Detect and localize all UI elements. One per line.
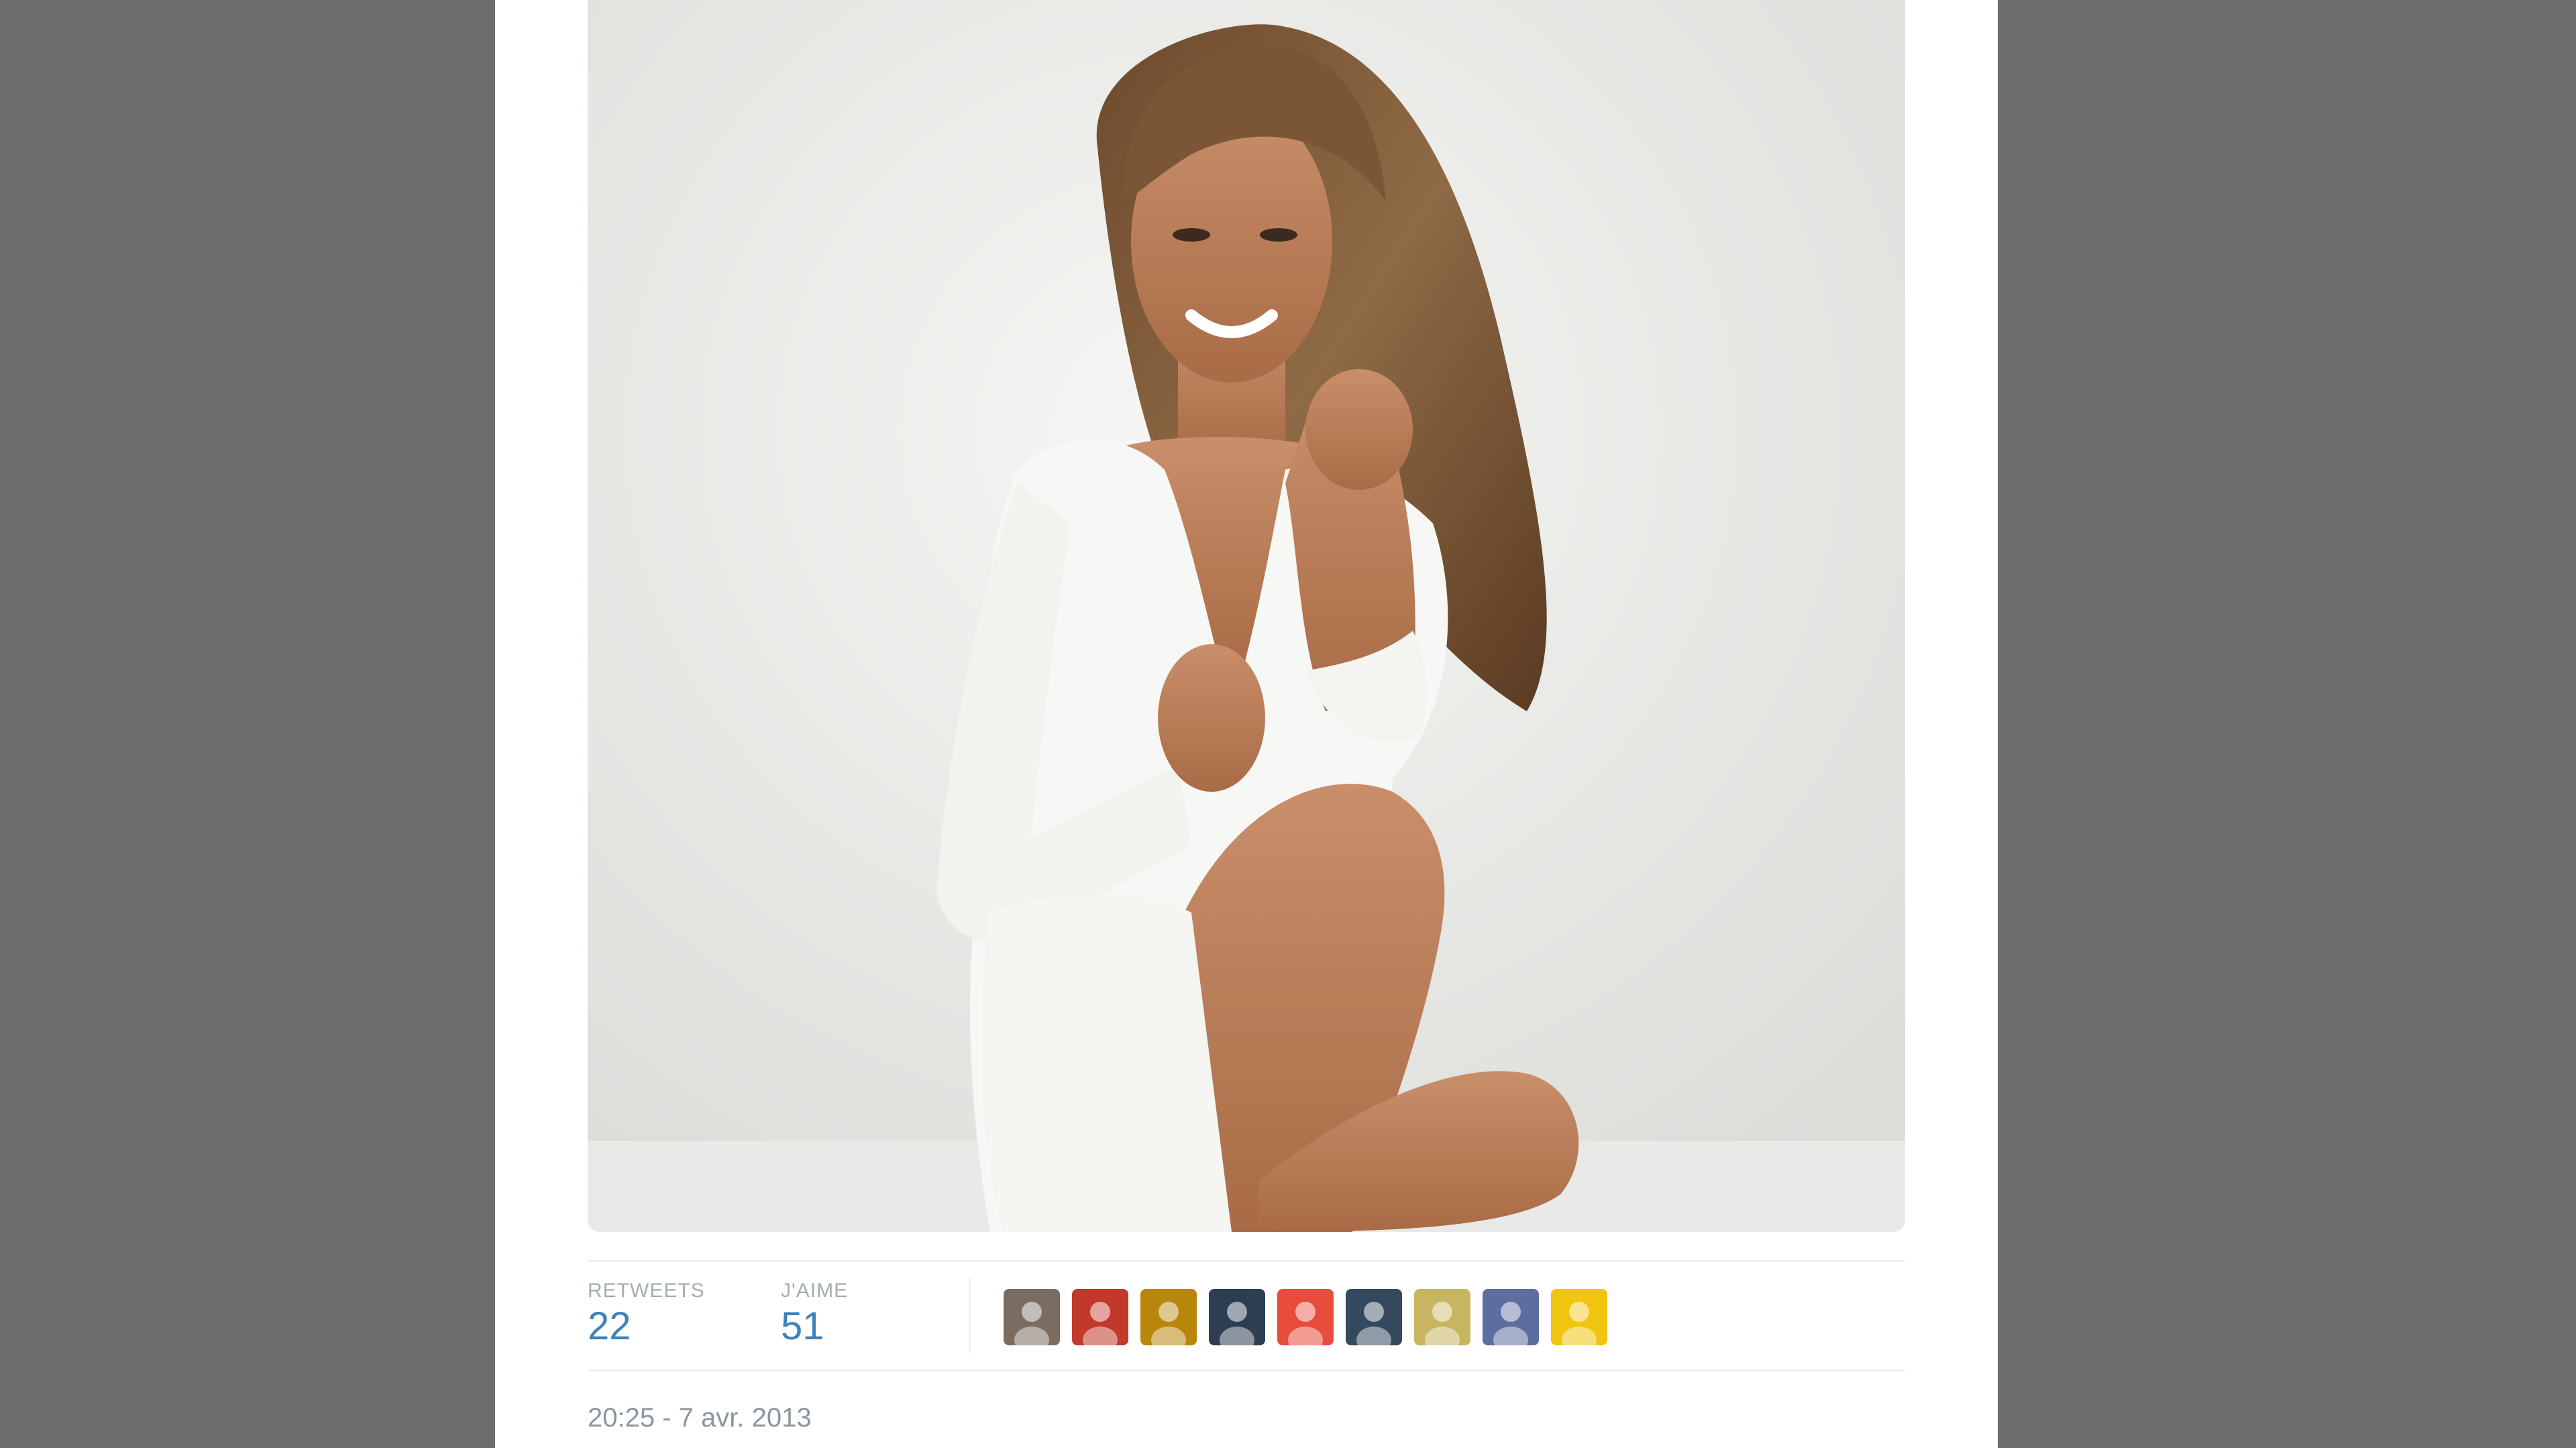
liked-by-avatar-7[interactable] [1414,1289,1470,1345]
liked-by-avatar-9[interactable] [1551,1289,1607,1345]
user-avatar-icon [1346,1289,1402,1345]
user-avatar-icon [1414,1289,1470,1345]
liked-by-avatar-1[interactable] [1004,1289,1060,1345]
tweet-photo[interactable] [588,0,1905,1232]
liked-by-avatar-2[interactable] [1072,1289,1128,1345]
liked-by-avatar-4[interactable] [1209,1289,1265,1345]
user-avatar-icon [1140,1289,1197,1345]
liked-by-avatars [1004,1289,1607,1345]
retweets-stat[interactable]: RETWEETS 22 [588,1278,705,1349]
user-avatar-icon [1209,1289,1265,1345]
user-avatar-icon [1004,1289,1060,1345]
liked-by-avatar-3[interactable] [1140,1289,1197,1345]
user-avatar-icon [1277,1289,1334,1345]
liked-by-avatar-6[interactable] [1346,1289,1402,1345]
tweet-card: RETWEETS 22 J'AIME 51 20:25 - 7 avr. 201… [495,0,1998,1448]
retweets-label: RETWEETS [588,1280,705,1302]
user-avatar-icon [1072,1289,1128,1345]
page-background: RETWEETS 22 J'AIME 51 20:25 - 7 avr. 201… [0,0,2576,1448]
liked-by-avatar-8[interactable] [1483,1289,1539,1345]
likes-label: J'AIME [781,1280,849,1302]
liked-by-avatar-5[interactable] [1277,1289,1334,1345]
tweet-stats-bar: RETWEETS 22 J'AIME 51 [588,1260,1905,1372]
user-avatar-icon [1483,1289,1539,1345]
retweets-count: 22 [588,1304,631,1348]
tweet-timestamp[interactable]: 20:25 - 7 avr. 2013 [588,1401,812,1435]
photo-illustration [588,0,1905,1232]
likes-count: 51 [781,1304,824,1348]
likes-stat[interactable]: J'AIME 51 [781,1278,848,1349]
stats-divider [969,1278,971,1353]
user-avatar-icon [1551,1289,1607,1345]
